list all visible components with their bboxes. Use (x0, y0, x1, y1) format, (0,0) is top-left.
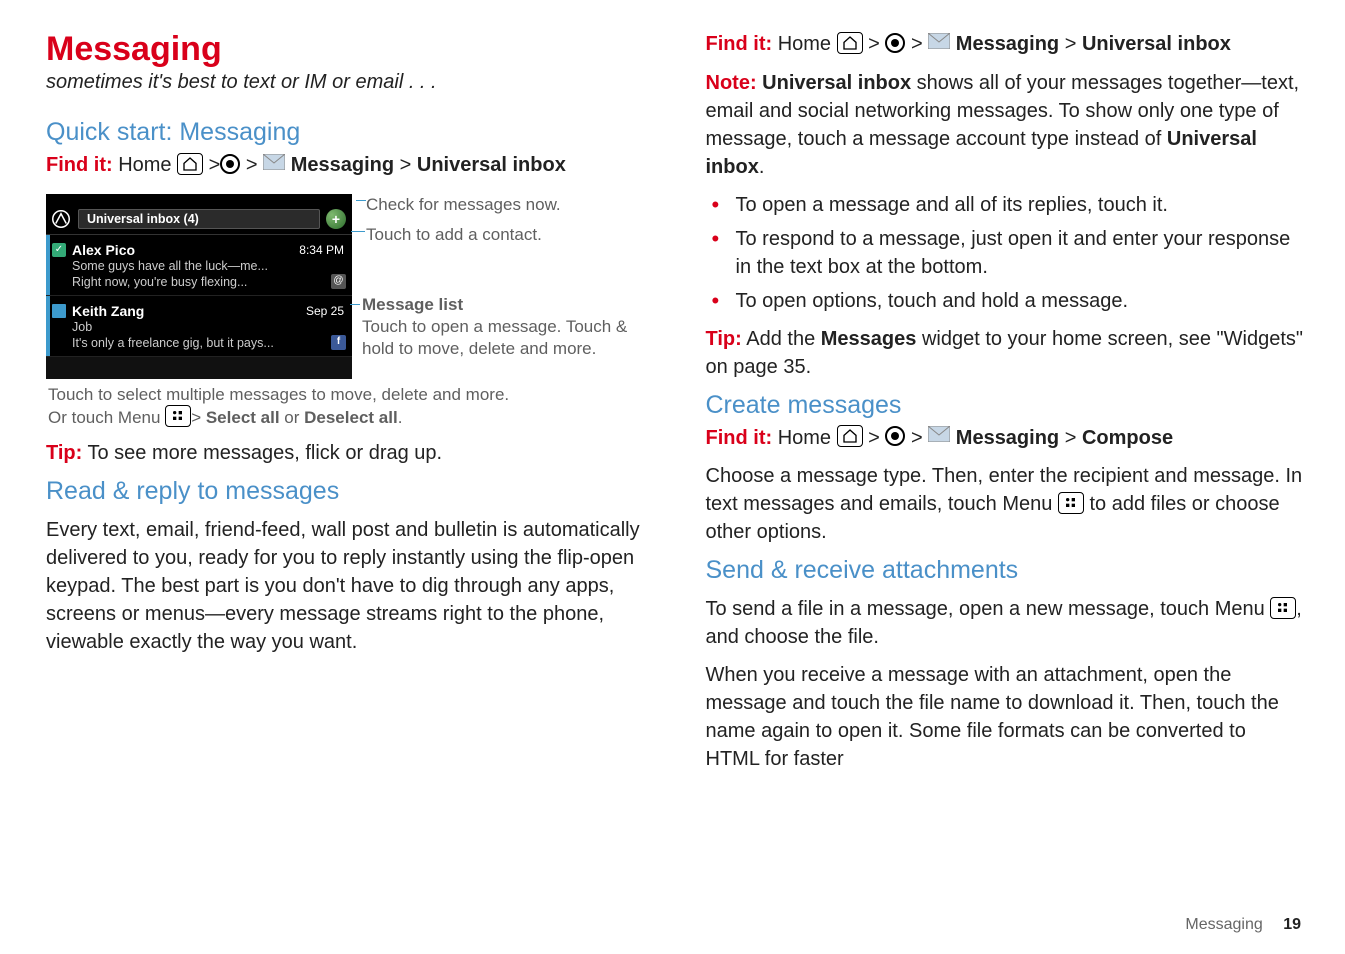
bullet-list: To open a message and all of its replies… (706, 191, 1306, 315)
annotation-heading: Message list (362, 294, 632, 316)
send-receive-heading: Send & receive attachments (706, 556, 1306, 585)
tip-paragraph: Tip: Add the Messages widget to your hom… (706, 325, 1306, 381)
page-number: 19 (1283, 916, 1301, 933)
annotation-line: Or touch Menu > Select all or Deselect a… (48, 406, 646, 430)
note-paragraph: Note: Universal inbox shows all of your … (706, 69, 1306, 181)
annotation-connector (351, 231, 365, 232)
findit-compose: Compose (1082, 427, 1173, 449)
envelope-icon (263, 150, 285, 178)
left-column: Messaging sometimes it's best to text or… (46, 30, 646, 783)
envelope-icon (928, 422, 950, 450)
note-label: Note: (706, 72, 757, 94)
phone-footer (46, 357, 352, 379)
envelope-icon (928, 29, 950, 57)
send-body: To send a file in a message, open a new … (706, 595, 1306, 651)
annotation-line: Touch to select multiple messages to mov… (48, 383, 646, 406)
footer-label: Messaging (1185, 916, 1262, 933)
findit-line: Find it: Home > > Messaging > Universal … (706, 30, 1306, 59)
tip-label: Tip: (46, 442, 82, 464)
findit-line: Find it: Home > > Messaging > Compose (706, 424, 1306, 453)
page-title: Messaging (46, 30, 646, 69)
home-icon (177, 153, 203, 175)
annotation-connector (350, 304, 360, 305)
tip-paragraph: Tip: To see more messages, flick or drag… (46, 439, 646, 467)
msg-preview: It's only a freelance gig, but it pays..… (72, 335, 344, 351)
motorola-icon (52, 210, 70, 228)
phone-status-bar (46, 194, 352, 206)
annotation-select-multiple: Touch to select multiple messages to mov… (46, 383, 646, 430)
findit-messaging: Messaging (956, 427, 1059, 449)
msg-preview: Job (72, 319, 344, 335)
social-icon[interactable] (52, 304, 66, 318)
phone-titlebar: Universal inbox (4) + (46, 206, 352, 235)
phone-mockup-area: Universal inbox (4) + ✓ Alex Pico 8:34 P… (46, 194, 646, 430)
home-icon (837, 32, 863, 54)
home-icon (837, 425, 863, 447)
annotation-check-now: Check for messages now. (366, 194, 561, 216)
annotation-connector (356, 200, 366, 201)
annotation-message-list: Message list Touch to open a message. To… (362, 294, 632, 360)
quick-start-heading: Quick start: Messaging (46, 118, 646, 147)
findit-home: Home (118, 154, 171, 176)
right-column: Find it: Home > > Messaging > Universal … (706, 30, 1306, 783)
apps-icon (885, 426, 905, 446)
msg-name: Keith Zang (72, 303, 344, 319)
msg-preview: Right now, you're busy flexing... (72, 274, 344, 290)
apps-icon (885, 33, 905, 53)
read-reply-heading: Read & reply to messages (46, 477, 646, 506)
list-item: To open a message and all of its replies… (706, 191, 1306, 219)
findit-label: Find it: (706, 33, 773, 55)
findit-line: Find it: Home > > Messaging > Universal … (46, 151, 646, 180)
send-body-2: When you receive a message with an attac… (706, 661, 1306, 773)
list-item: To open options, touch and hold a messag… (706, 287, 1306, 315)
at-icon: @ (331, 274, 346, 289)
menu-icon (165, 405, 191, 427)
annotation-add-contact: Touch to add a contact. (366, 224, 542, 246)
create-body: Choose a message type. Then, enter the r… (706, 462, 1306, 546)
page-subtitle: sometimes it's best to text or IM or ema… (46, 71, 646, 94)
message-item[interactable]: ✓ Alex Pico 8:34 PM Some guys have all t… (46, 235, 352, 296)
findit-messaging: Messaging (956, 33, 1059, 55)
tip-text: To see more messages, flick or drag up. (82, 442, 442, 464)
message-item[interactable]: Keith Zang Sep 25 Job It's only a freela… (46, 296, 352, 357)
findit-universal: Universal inbox (417, 154, 566, 176)
msg-time: 8:34 PM (299, 242, 344, 258)
annotation-body: Touch to open a message. Touch & hold to… (362, 316, 632, 360)
check-icon[interactable]: ✓ (52, 243, 66, 257)
findit-home: Home (778, 427, 831, 449)
inbox-title[interactable]: Universal inbox (4) (78, 209, 320, 229)
facebook-icon: f (331, 335, 346, 350)
findit-messaging: Messaging (291, 154, 394, 176)
list-item: To respond to a message, just open it an… (706, 225, 1306, 281)
create-messages-heading: Create messages (706, 391, 1306, 420)
page-footer: Messaging 19 (1185, 916, 1301, 934)
msg-preview: Some guys have all the luck—me... (72, 258, 344, 274)
menu-icon (1270, 597, 1296, 619)
apps-icon (220, 154, 240, 174)
findit-universal: Universal inbox (1082, 33, 1231, 55)
findit-label: Find it: (706, 427, 773, 449)
read-reply-body: Every text, email, friend-feed, wall pos… (46, 516, 646, 656)
findit-home: Home (778, 33, 831, 55)
msg-time: Sep 25 (306, 303, 344, 319)
add-contact-button[interactable]: + (326, 209, 346, 229)
phone-screenshot: Universal inbox (4) + ✓ Alex Pico 8:34 P… (46, 194, 352, 379)
findit-label: Find it: (46, 154, 113, 176)
tip-label: Tip: (706, 328, 742, 350)
menu-icon (1058, 492, 1084, 514)
